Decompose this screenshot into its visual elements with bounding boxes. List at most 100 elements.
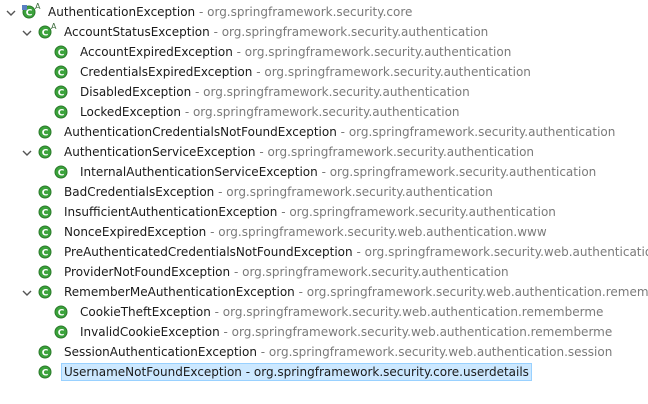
class-name: AuthenticationException [48, 5, 196, 19]
package-separator: - [206, 225, 219, 239]
package-name: org.springframework.security.authenticat… [289, 205, 556, 219]
svg-text:C: C [42, 189, 49, 199]
class-icon: C [54, 105, 68, 119]
svg-text:C: C [58, 169, 65, 179]
tree-row-label: InsufficientAuthenticationException - or… [62, 204, 558, 220]
svg-text:C: C [58, 329, 65, 339]
tree-row[interactable]: C InternalAuthenticationServiceException … [0, 162, 648, 182]
type-hierarchy-tree: C A AuthenticationException - org.springfr… [0, 0, 648, 404]
class-icon: C [38, 365, 52, 379]
package-name: org.springframework.security.authenticat… [244, 45, 512, 59]
chevron-down-icon[interactable] [22, 147, 32, 157]
svg-text:C: C [42, 289, 49, 299]
tree-row-label: InvalidCookieException - org.springframe… [78, 324, 614, 340]
class-icon: C [38, 225, 52, 239]
tree-row-label: CredentialsExpiredException - org.spring… [78, 64, 533, 80]
tree-row-label: CookieTheftException - org.springframewo… [78, 304, 605, 320]
package-name: org.springframework.security.web.authent… [306, 285, 648, 299]
tree-row[interactable]: C A AuthenticationException - org.springfr… [0, 2, 648, 22]
package-separator: - [230, 265, 243, 279]
tree-row[interactable]: C A AccountStatusException - org.springfra… [0, 22, 648, 42]
abstract-class-icon: C [38, 25, 52, 39]
svg-text:C: C [58, 49, 65, 59]
package-name: org.springframework.security.authenticat… [203, 85, 470, 99]
tree-row[interactable]: C NonceExpiredException - org.springframe… [0, 222, 648, 242]
tree-row[interactable]: C ProviderNotFoundException - org.springf… [0, 262, 648, 282]
package-separator: - [317, 165, 330, 179]
package-separator: - [210, 305, 223, 319]
tree-row[interactable]: C CredentialsExpiredException - org.sprin… [0, 62, 648, 82]
package-separator: - [219, 325, 232, 339]
svg-text:C: C [42, 369, 49, 379]
package-name: org.springframework.security.authenticat… [242, 265, 509, 279]
package-separator: - [181, 105, 193, 119]
tree-row[interactable]: C LockedException - org.springframework.s… [0, 102, 648, 122]
tree-row-label: AuthenticationServiceException - org.spr… [62, 144, 536, 160]
tree-row[interactable]: C UsernameNotFoundException - org.springf… [0, 362, 648, 382]
class-icon: C [38, 285, 52, 299]
svg-text:C: C [42, 29, 49, 39]
tree-row[interactable]: C PreAuthenticatedCredentialsNotFoundExce… [0, 242, 648, 262]
class-name: AuthenticationServiceException [64, 145, 256, 159]
class-icon: C [38, 265, 52, 279]
svg-text:C: C [58, 309, 65, 319]
package-separator: - [252, 65, 265, 79]
chevron-down-icon[interactable] [22, 27, 32, 37]
package-name: org.springframework.security.authenticat… [267, 145, 535, 159]
package-name: org.springframework.security.core.userde… [253, 365, 529, 379]
class-name: BadCredentialsException [64, 185, 215, 199]
tree-row-label: InternalAuthenticationServiceException -… [78, 164, 598, 180]
class-icon: C [38, 185, 52, 199]
class-icon: C [38, 145, 52, 159]
package-name: org.springframework.security.web.authent… [218, 225, 547, 239]
tree-row-label: AccountExpiredException - org.springfram… [78, 44, 513, 60]
tree-row-label: PreAuthenticatedCredentialsNotFoundExcep… [62, 244, 648, 260]
class-name: AccountExpiredException [80, 45, 233, 59]
class-icon: C [38, 245, 52, 259]
svg-text:C: C [42, 209, 49, 219]
package-name: org.springframework.security.authenticat… [329, 165, 597, 179]
class-name: InternalAuthenticationServiceException [80, 165, 318, 179]
tree-row[interactable]: C DisabledException - org.springframework… [0, 82, 648, 102]
tree-row[interactable]: C AuthenticationCredentialsNotFoundExcept… [0, 122, 648, 142]
svg-text:C: C [42, 229, 49, 239]
class-icon: C [54, 325, 68, 339]
tree-row[interactable]: C InsufficientAuthenticationException - o… [0, 202, 648, 222]
tree-row-label: AuthenticationException - org.springfram… [46, 4, 414, 20]
package-name: org.springframework.security.authenticat… [221, 25, 489, 39]
class-icon: C [54, 305, 68, 319]
tree-row[interactable]: C CookieTheftException - org.springframew… [0, 302, 648, 322]
package-name: org.springframework.security.authenticat… [192, 105, 460, 119]
tree-row[interactable]: C BadCredentialsException - org.springfra… [0, 182, 648, 202]
class-name: CredentialsExpiredException [80, 65, 253, 79]
tree-row-label: LockedException - org.springframework.se… [78, 104, 462, 120]
package-name: org.springframework.security.authenticat… [348, 125, 616, 139]
abstract-marker: A [51, 22, 57, 31]
tree-row-label: ProviderNotFoundException - org.springfr… [62, 264, 511, 280]
tree-row-label: BadCredentialsException - org.springfram… [62, 184, 495, 200]
package-name: org.springframework.security.core [207, 5, 413, 19]
svg-text:C: C [42, 349, 49, 359]
class-icon: C [38, 125, 52, 139]
svg-text:C: C [58, 89, 65, 99]
tree-row[interactable]: C RememberMeAuthenticationException - org… [0, 282, 648, 302]
chevron-down-icon[interactable] [22, 287, 32, 297]
class-icon: C [38, 205, 52, 219]
tree-row[interactable]: C AuthenticationServiceException - org.sp… [0, 142, 648, 162]
svg-text:C: C [42, 149, 49, 159]
tree-row[interactable]: C InvalidCookieException - org.springfram… [0, 322, 648, 342]
svg-text:C: C [58, 109, 65, 119]
tree-row[interactable]: C SessionAuthenticationException - org.sp… [0, 342, 648, 362]
tree-row[interactable]: C AccountExpiredException - org.springfra… [0, 42, 648, 62]
tree-row-label: AuthenticationCredentialsNotFoundExcepti… [62, 124, 617, 140]
package-separator: - [209, 25, 222, 39]
package-separator: - [294, 285, 307, 299]
package-name: org.springframework.security.web.authent… [364, 245, 648, 259]
class-name: AuthenticationCredentialsNotFoundExcepti… [64, 125, 337, 139]
abstract-marker: A [35, 2, 41, 11]
abstract-class-icon: C [22, 5, 36, 19]
chevron-down-icon[interactable] [6, 7, 16, 17]
package-separator: - [352, 245, 365, 259]
class-name: NonceExpiredException [64, 225, 207, 239]
tree-row-label: AccountStatusException - org.springframe… [62, 24, 490, 40]
